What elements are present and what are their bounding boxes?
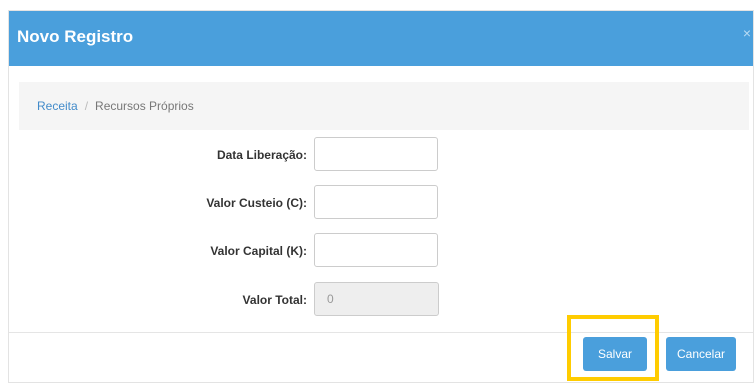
form-row-valor-total: Valor Total: <box>9 282 753 318</box>
form-row-valor-custeio: Valor Custeio (C): <box>9 185 753 221</box>
new-record-dialog: Novo Registro × Receita / Recursos Própr… <box>8 10 754 383</box>
data-liberacao-input[interactable] <box>314 137 438 171</box>
dialog-title: Novo Registro <box>17 27 134 46</box>
valor-custeio-label: Valor Custeio (C): <box>206 196 307 210</box>
breadcrumb-separator: / <box>84 99 89 113</box>
form-row-valor-capital: Valor Capital (K): <box>9 233 753 269</box>
form-row-data-liberacao: Data Liberação: <box>9 137 753 173</box>
footer-divider <box>9 332 753 333</box>
valor-capital-input[interactable] <box>314 233 438 267</box>
breadcrumb-current: Recursos Próprios <box>95 99 194 113</box>
valor-custeio-input[interactable] <box>314 185 438 219</box>
breadcrumb: Receita / Recursos Próprios <box>19 82 749 130</box>
valor-capital-label: Valor Capital (K): <box>210 244 307 258</box>
dialog-header: Novo Registro × <box>9 11 753 66</box>
save-button[interactable]: Salvar <box>583 337 647 371</box>
breadcrumb-link-receita[interactable]: Receita <box>37 99 78 113</box>
valor-total-field <box>314 282 439 316</box>
cancel-button[interactable]: Cancelar <box>666 337 736 371</box>
close-icon[interactable]: × <box>743 25 751 41</box>
data-liberacao-label: Data Liberação: <box>216 148 307 162</box>
valor-total-label: Valor Total: <box>242 293 307 307</box>
